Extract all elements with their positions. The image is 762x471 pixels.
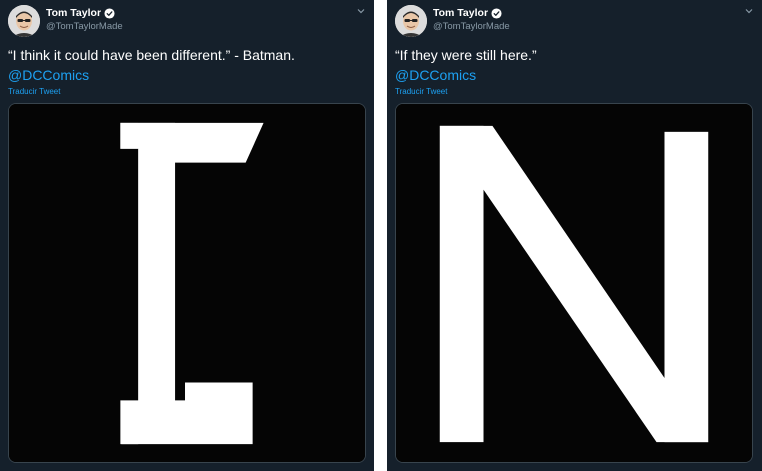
mention-link[interactable]: @DCComics (395, 65, 476, 85)
avatar[interactable] (395, 5, 427, 37)
tweet-media-image[interactable] (395, 103, 753, 463)
tweet-text: “I think it could have been different.” … (8, 47, 295, 63)
author-handle[interactable]: @TomTaylorMade (433, 21, 510, 32)
translate-tweet-link[interactable]: Traducir Tweet (395, 87, 447, 96)
author-handle[interactable]: @TomTaylorMade (46, 21, 123, 32)
translate-tweet-link[interactable]: Traducir Tweet (8, 87, 60, 96)
tweet-media-image[interactable] (8, 103, 366, 463)
author-name-label[interactable]: Tom Taylor (433, 7, 488, 19)
mention-link[interactable]: @DCComics (8, 65, 89, 85)
letter-n-graphic (396, 104, 752, 462)
avatar-photo-icon (8, 5, 40, 37)
author-name[interactable]: Tom Taylor (433, 7, 502, 19)
tweet-card[interactable]: Tom Taylor @TomTaylorMade “If they were … (387, 0, 762, 471)
verified-badge-icon (104, 7, 115, 19)
verified-badge-icon (491, 7, 502, 19)
avatar-photo-icon (395, 5, 427, 37)
author-name-label[interactable]: Tom Taylor (46, 7, 101, 19)
chevron-down-icon[interactable] (356, 6, 366, 16)
avatar[interactable] (8, 5, 40, 37)
tweet-card[interactable]: Tom Taylor @TomTaylorMade “I think it co… (0, 0, 374, 471)
tweet-text: “If they were still here.” (395, 47, 537, 63)
letter-i-graphic (9, 104, 365, 462)
author-name[interactable]: Tom Taylor (46, 7, 115, 19)
chevron-down-icon[interactable] (744, 6, 754, 16)
